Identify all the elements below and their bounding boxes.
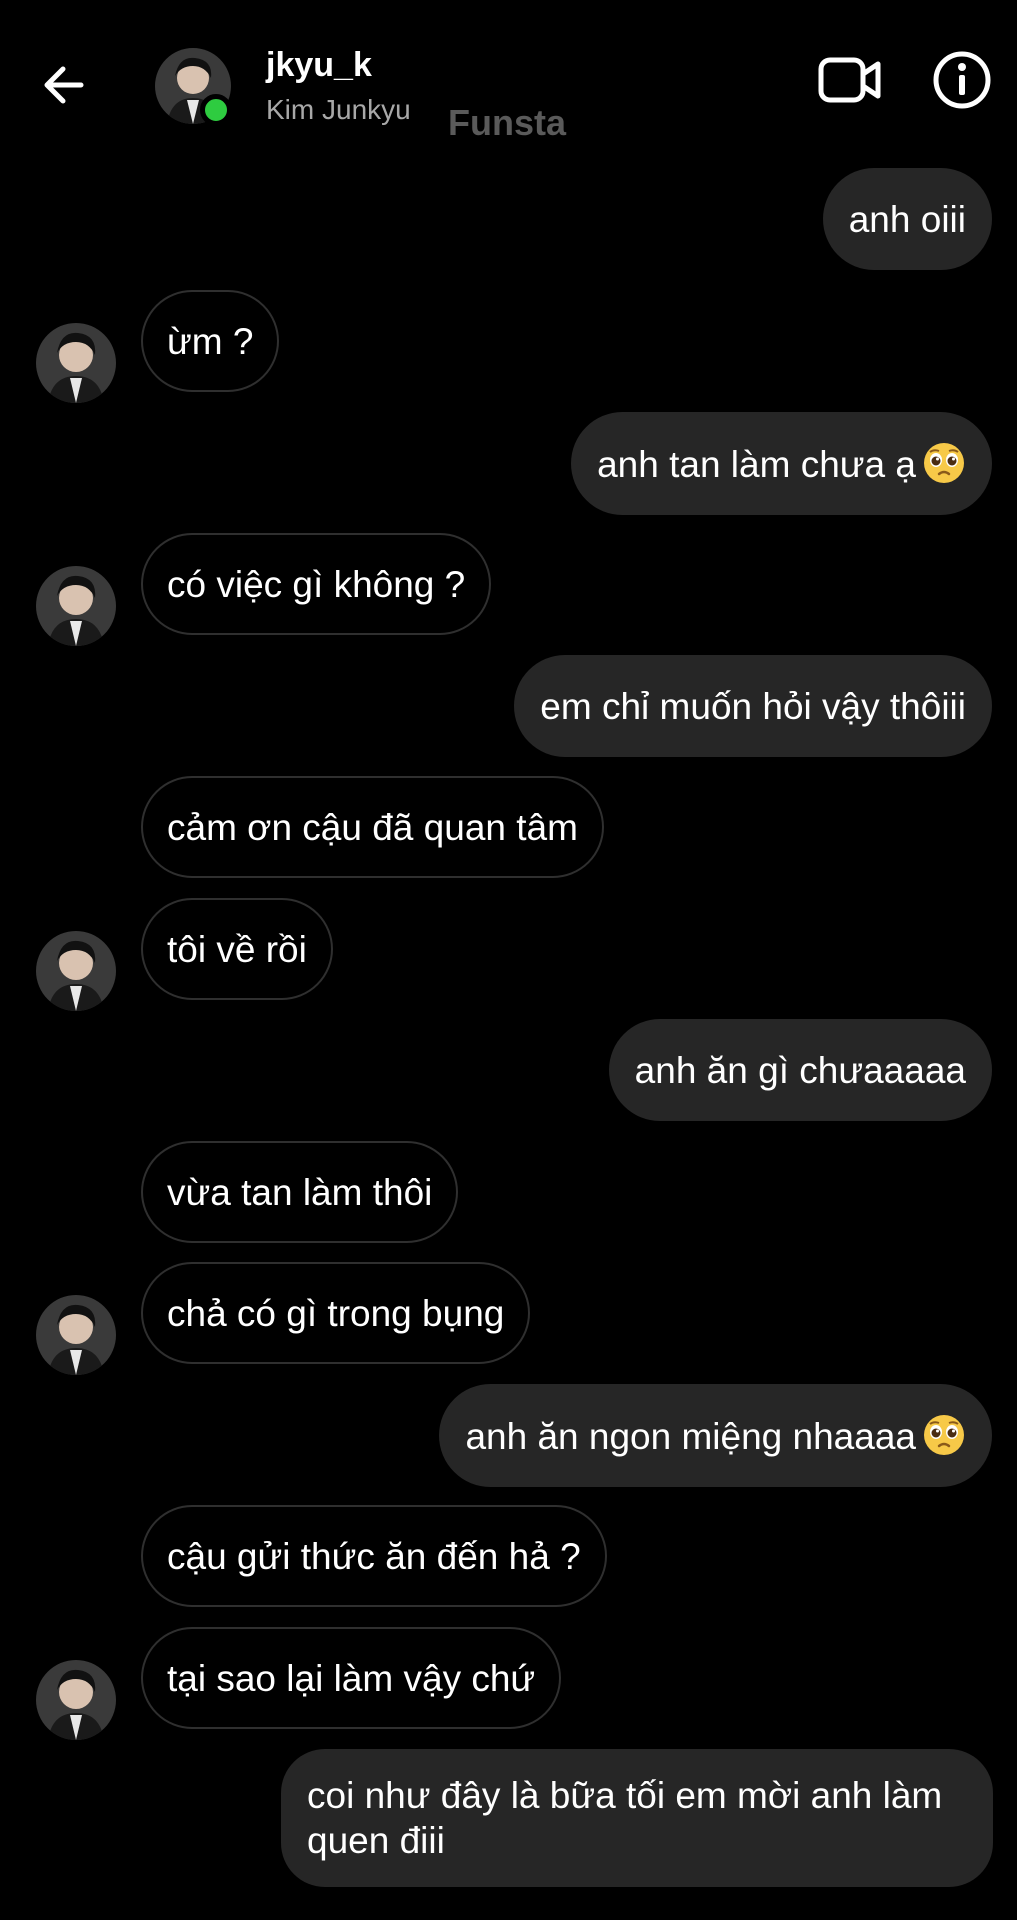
incoming-message-bubble[interactable]: ừm ? — [141, 290, 280, 392]
message-text: em chỉ muốn hỏi vậy thôiii — [540, 686, 966, 727]
avatar-photo — [36, 1295, 116, 1375]
incoming-message-bubble[interactable]: tại sao lại làm vậy chứ — [141, 1627, 562, 1729]
message-text: tại sao lại làm vậy chứ — [167, 1658, 536, 1699]
message-text: anh tan làm chưa ạ — [597, 444, 916, 485]
outgoing-message-bubble[interactable]: anh ăn ngon miệng nhaaaa — [439, 1384, 992, 1487]
sender-avatar[interactable] — [36, 566, 116, 646]
online-status-dot — [200, 94, 232, 126]
outgoing-message-bubble[interactable]: anh tan làm chưa ạ — [571, 412, 992, 515]
back-button[interactable] — [36, 58, 90, 112]
sender-avatar[interactable] — [36, 1295, 116, 1375]
video-call-button[interactable] — [818, 50, 882, 110]
chat-header: jkyu_k Kim Junkyu Funsta — [0, 0, 1017, 150]
incoming-message-bubble[interactable]: vừa tan làm thôi — [141, 1141, 459, 1243]
arrow-left-icon — [44, 66, 84, 104]
outgoing-message-bubble[interactable]: anh oiii — [822, 168, 992, 270]
incoming-message-bubble[interactable]: chả có gì trong bụng — [141, 1262, 531, 1364]
watermark-text: Funsta — [448, 102, 567, 143]
info-icon — [933, 51, 991, 109]
contact-username[interactable]: jkyu_k — [266, 46, 372, 85]
outgoing-message-bubble[interactable]: coi như đây là bữa tối em mời anh làm qu… — [281, 1749, 993, 1887]
message-text: anh ăn gì chưaaaaa — [634, 1050, 966, 1091]
sender-avatar[interactable] — [36, 323, 116, 403]
message-text: ừm ? — [167, 321, 254, 362]
message-text: tôi về rồi — [167, 929, 307, 970]
message-text: anh ăn ngon miệng nhaaaa — [465, 1416, 916, 1457]
contact-real-name: Kim Junkyu — [266, 94, 411, 125]
incoming-message-bubble[interactable]: cậu gửi thức ăn đến hả ? — [141, 1505, 607, 1607]
message-text: vừa tan làm thôi — [167, 1172, 433, 1213]
message-text: anh oiii — [848, 199, 966, 240]
avatar-photo — [36, 566, 116, 646]
outgoing-message-bubble[interactable]: em chỉ muốn hỏi vậy thôiii — [514, 655, 992, 757]
pleading-face-icon — [924, 1415, 964, 1455]
conversation-info-button[interactable] — [932, 50, 992, 110]
outgoing-message-bubble[interactable]: anh ăn gì chưaaaaa — [608, 1019, 992, 1121]
sender-avatar[interactable] — [36, 1660, 116, 1740]
incoming-message-bubble[interactable]: tôi về rồi — [141, 898, 333, 1000]
sender-avatar[interactable] — [36, 931, 116, 1011]
avatar-photo — [36, 931, 116, 1011]
avatar-photo — [36, 323, 116, 403]
message-text: có việc gì không ? — [167, 564, 466, 605]
message-text: chả có gì trong bụng — [167, 1293, 505, 1334]
avatar-photo — [36, 1660, 116, 1740]
video-camera-icon — [818, 57, 881, 103]
message-text: coi như đây là bữa tối em mời anh làm qu… — [307, 1775, 943, 1861]
pleading-face-icon — [924, 443, 964, 483]
incoming-message-bubble[interactable]: có việc gì không ? — [141, 533, 492, 635]
message-text: cảm ơn cậu đã quan tâm — [167, 807, 578, 848]
message-text: cậu gửi thức ăn đến hả ? — [167, 1536, 581, 1577]
incoming-message-bubble[interactable]: cảm ơn cậu đã quan tâm — [141, 776, 604, 878]
